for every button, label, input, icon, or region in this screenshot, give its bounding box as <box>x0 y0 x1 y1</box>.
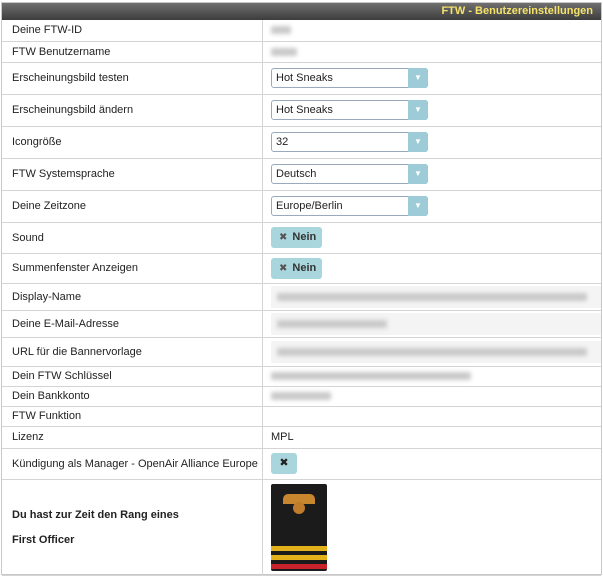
rank-line-2: First Officer <box>12 533 75 546</box>
panel-header: FTW - Benutzereinstellungen <box>2 3 601 20</box>
row-license: Lizenz MPL <box>2 426 601 449</box>
sound-toggle-label: Nein <box>292 231 317 243</box>
timezone-select[interactable]: Europe/Berlin ▼ <box>271 196 428 216</box>
sum-window-toggle-label: Nein <box>292 261 317 274</box>
language-value: Deutsch <box>276 168 317 180</box>
row-ftw-id: Deine FTW-ID <box>2 20 601 42</box>
icon-size-select[interactable]: 32 ▼ <box>271 132 428 152</box>
email-input[interactable] <box>271 312 601 335</box>
row-timezone: Deine Zeitzone Europe/Berlin ▼ <box>2 190 601 223</box>
row-sound: Sound ✖ Nein <box>2 222 601 254</box>
rank-line-1: Du hast zur Zeit den Rang eines <box>12 508 179 521</box>
rank-stripe <box>271 554 327 560</box>
chevron-down-icon[interactable]: ▼ <box>408 100 428 120</box>
value-bank <box>262 386 601 407</box>
display-name-input[interactable] <box>271 285 601 308</box>
label-function: FTW Funktion <box>2 406 263 427</box>
row-test-theme: Erscheinungsbild testen Hot Sneaks ▼ <box>2 62 601 95</box>
label-ftw-id: Deine FTW-ID <box>2 20 263 42</box>
x-icon: ✖ <box>279 232 288 243</box>
x-icon: ✖ <box>279 262 288 274</box>
row-banner-url: URL für die Bannervorlage <box>2 337 601 367</box>
label-sound: Sound <box>2 222 263 254</box>
label-change-theme: Erscheinungsbild ändern <box>2 94 263 127</box>
change-theme-select[interactable]: Hot Sneaks ▼ <box>271 100 428 120</box>
label-bank: Dein Bankkonto <box>2 386 263 407</box>
chevron-down-icon[interactable]: ▼ <box>408 196 428 216</box>
banner-url-input[interactable] <box>271 340 601 363</box>
label-timezone: Deine Zeitzone <box>2 190 263 223</box>
badge-icon <box>293 501 305 514</box>
sound-toggle[interactable]: ✖ Nein <box>271 227 323 248</box>
chevron-down-icon[interactable]: ▼ <box>408 164 428 184</box>
change-theme-value: Hot Sneaks <box>276 104 333 116</box>
sum-window-toggle[interactable]: ✖ Nein <box>271 257 323 279</box>
rank-stripe <box>271 563 327 569</box>
row-rank: Du hast zur Zeit den Rang eines First Of… <box>2 479 601 576</box>
value-function <box>262 406 601 427</box>
rank-epaulette-image <box>271 483 327 571</box>
chevron-down-icon[interactable]: ▼ <box>408 68 428 88</box>
value-ftw-id <box>262 20 601 42</box>
cancel-manager-button[interactable]: ✖ <box>271 453 297 474</box>
language-select[interactable]: Deutsch ▼ <box>271 164 428 184</box>
label-username: FTW Benutzername <box>2 41 263 63</box>
test-theme-select[interactable]: Hot Sneaks ▼ <box>271 68 428 88</box>
settings-panel: FTW - Benutzereinstellungen Deine FTW-ID… <box>1 2 602 576</box>
label-ftw-key: Dein FTW Schlüssel <box>2 366 263 387</box>
test-theme-value: Hot Sneaks <box>276 72 333 84</box>
label-email: Deine E-Mail-Adresse <box>2 310 263 338</box>
row-ftw-key: Dein FTW Schlüssel <box>2 366 601 387</box>
row-username: FTW Benutzername <box>2 41 601 63</box>
row-sum-window: Summenfenster Anzeigen ✖ Nein <box>2 253 601 284</box>
settings-table: Deine FTW-ID FTW Benutzername Erscheinun… <box>2 20 601 576</box>
icon-size-value: 32 <box>276 136 289 148</box>
timezone-value: Europe/Berlin <box>276 200 343 212</box>
label-test-theme: Erscheinungsbild testen <box>2 62 263 95</box>
row-display-name: Display-Name <box>2 283 601 311</box>
row-bank: Dein Bankkonto <box>2 386 601 407</box>
label-icon-size: Icongröße <box>2 126 263 159</box>
value-ftw-key <box>262 366 601 387</box>
rank-stripe <box>271 545 327 551</box>
chevron-down-icon[interactable]: ▼ <box>408 132 428 152</box>
label-language: FTW Systemsprache <box>2 158 263 191</box>
row-function: FTW Funktion <box>2 406 601 427</box>
label-cancel-manager: Kündigung als Manager - OpenAir Alliance… <box>2 448 263 480</box>
label-sum-window: Summenfenster Anzeigen <box>2 253 263 284</box>
row-email: Deine E-Mail-Adresse <box>2 310 601 338</box>
rank-text: Du hast zur Zeit den Rang eines First Of… <box>2 479 263 576</box>
label-license: Lizenz <box>2 426 263 449</box>
row-cancel-manager: Kündigung als Manager - OpenAir Alliance… <box>2 448 601 480</box>
value-license: MPL <box>262 426 601 449</box>
label-display-name: Display-Name <box>2 283 263 311</box>
row-icon-size: Icongröße 32 ▼ <box>2 126 601 159</box>
row-language: FTW Systemsprache Deutsch ▼ <box>2 158 601 191</box>
row-change-theme: Erscheinungsbild ändern Hot Sneaks ▼ <box>2 94 601 127</box>
value-username <box>262 41 601 63</box>
label-banner-url: URL für die Bannervorlage <box>2 337 263 367</box>
